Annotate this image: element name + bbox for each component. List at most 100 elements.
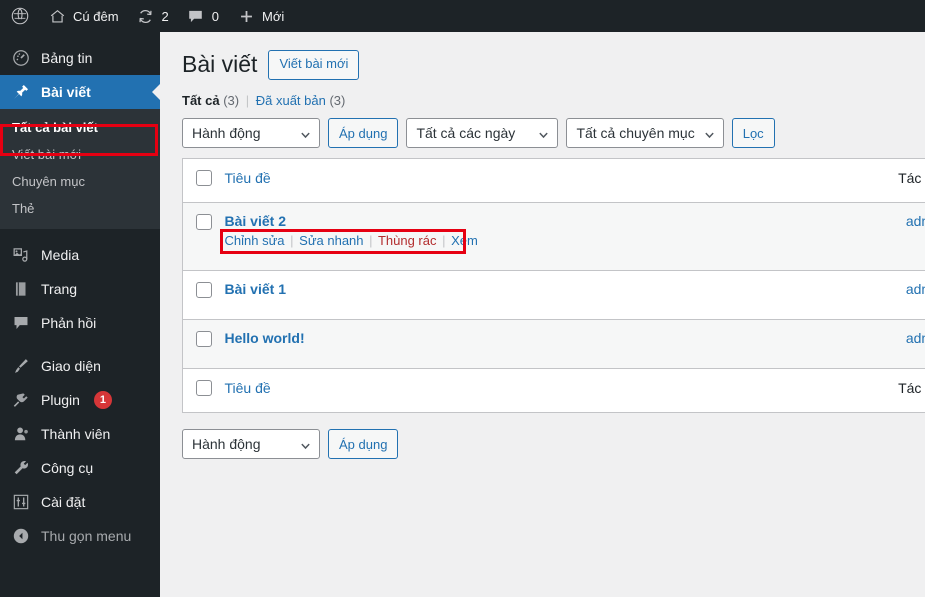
page-header: Bài viết Viết bài mới bbox=[182, 48, 925, 82]
filter-button[interactable]: Lọc bbox=[731, 118, 775, 148]
sidebar-subitem-label: Tất cả bài viết bbox=[12, 120, 98, 135]
column-footer-author-label: Tác giả bbox=[898, 380, 925, 396]
add-new-post-button[interactable]: Viết bài mới bbox=[268, 50, 360, 80]
sidebar-item-all-posts[interactable]: Tất cả bài viết bbox=[0, 114, 160, 141]
comment-icon bbox=[11, 313, 31, 333]
sidebar-item-label: Thu gọn menu bbox=[41, 528, 132, 544]
row-action-quick-edit[interactable]: Sửa nhanh bbox=[299, 233, 363, 248]
date-filter-select[interactable]: Tất cả các ngày bbox=[406, 118, 559, 148]
apply-bulk-action-button-bottom[interactable]: Áp dụng bbox=[328, 429, 399, 459]
pin-icon bbox=[11, 82, 31, 102]
table-row: Bài viết 1 admin bbox=[182, 270, 925, 320]
sidebar-item-label: Cài đặt bbox=[41, 494, 86, 510]
dashboard-icon bbox=[11, 48, 31, 68]
admin-sidebar-menu: Bảng tin Bài viết Tất cả bài viết Viết b… bbox=[0, 32, 160, 597]
table-row: Bài viết 2 Chỉnh sửa | Sửa nhanh | Thùng… bbox=[182, 202, 925, 271]
row-checkbox-cell[interactable] bbox=[182, 270, 225, 320]
apply-bulk-action-button-top[interactable]: Áp dụng bbox=[328, 118, 399, 148]
chevron-down-icon bbox=[538, 128, 549, 139]
new-content-button[interactable]: Mới bbox=[228, 0, 293, 32]
sidebar-item-tools[interactable]: Công cụ bbox=[0, 451, 160, 485]
sidebar-item-categories[interactable]: Chuyên mục bbox=[0, 168, 160, 195]
post-title-link[interactable]: Bài viết 2 bbox=[225, 213, 835, 229]
sidebar-item-appearance[interactable]: Giao diện bbox=[0, 349, 160, 383]
updates-button[interactable]: 2 bbox=[128, 0, 178, 32]
post-author-link[interactable]: admin bbox=[906, 213, 925, 229]
post-status-filter-links: Tất cả (3) | Đã xuất bản (3) bbox=[182, 93, 925, 108]
category-filter-select[interactable]: Tất cả chuyên mục bbox=[566, 118, 724, 148]
sidebar-item-label: Trang bbox=[41, 281, 78, 297]
sidebar-item-media[interactable]: Media bbox=[0, 238, 160, 272]
bulk-action-select-bottom[interactable]: Hành động bbox=[182, 429, 320, 459]
settings-sliders-icon bbox=[11, 492, 31, 512]
bulk-action-value: Hành động bbox=[192, 436, 261, 452]
sidebar-item-plugins[interactable]: Plugin 1 bbox=[0, 383, 160, 417]
column-header-title[interactable]: Tiêu đề bbox=[224, 158, 842, 203]
post-author-link[interactable]: admin bbox=[906, 330, 925, 346]
row-author-cell: admin bbox=[842, 319, 925, 369]
row-author-cell: admin bbox=[842, 270, 925, 320]
sidebar-item-users[interactable]: Thành viên bbox=[0, 417, 160, 451]
row-action-view[interactable]: Xem bbox=[451, 233, 478, 248]
comments-button[interactable]: 0 bbox=[178, 0, 228, 32]
filter-link-published[interactable]: Đã xuất bản bbox=[256, 93, 326, 108]
category-filter-value: Tất cả chuyên mục bbox=[576, 125, 695, 141]
sidebar-subitem-label: Chuyên mục bbox=[12, 174, 85, 189]
row-checkbox[interactable] bbox=[196, 214, 212, 230]
select-all-checkbox-header[interactable] bbox=[182, 158, 225, 203]
post-title-link[interactable]: Hello world! bbox=[225, 330, 835, 346]
sidebar-item-pages[interactable]: Trang bbox=[0, 272, 160, 306]
select-all-checkbox-bottom[interactable] bbox=[196, 380, 212, 396]
select-all-checkbox-footer[interactable] bbox=[182, 368, 225, 413]
sidebar-item-label: Media bbox=[41, 247, 80, 263]
plus-icon bbox=[237, 7, 255, 25]
sidebar-item-settings[interactable]: Cài đặt bbox=[0, 485, 160, 519]
date-filter-value: Tất cả các ngày bbox=[416, 125, 516, 141]
row-checkbox-cell[interactable] bbox=[182, 319, 225, 369]
row-action-trash[interactable]: Thùng rác bbox=[378, 233, 437, 248]
tools-wrench-icon bbox=[11, 458, 31, 478]
sidebar-subitem-label: Thẻ bbox=[12, 201, 35, 216]
row-action-separator: | bbox=[290, 233, 294, 248]
sidebar-item-label: Giao diện bbox=[41, 358, 101, 374]
site-name-button[interactable]: Cú đêm bbox=[39, 0, 128, 32]
sidebar-item-collapse-menu[interactable]: Thu gọn menu bbox=[0, 519, 160, 553]
sidebar-subitem-label: Viết bài mới bbox=[12, 147, 81, 162]
sidebar-item-label: Bảng tin bbox=[41, 50, 93, 66]
row-checkbox[interactable] bbox=[196, 282, 212, 298]
sidebar-item-label: Công cụ bbox=[41, 460, 94, 476]
table-nav-bottom: Hành động Áp dụng bbox=[182, 429, 925, 459]
sidebar-item-add-new-post[interactable]: Viết bài mới bbox=[0, 141, 160, 168]
plugin-update-badge: 1 bbox=[93, 391, 112, 409]
select-all-checkbox-top[interactable] bbox=[196, 170, 212, 186]
sidebar-item-comments[interactable]: Phản hồi bbox=[0, 306, 160, 340]
bulk-action-select-top[interactable]: Hành động bbox=[182, 118, 320, 148]
filter-separator: | bbox=[245, 93, 250, 108]
row-action-edit[interactable]: Chỉnh sửa bbox=[225, 233, 285, 248]
row-checkbox[interactable] bbox=[196, 331, 212, 347]
post-author-link[interactable]: admin bbox=[906, 281, 925, 297]
filter-link-all[interactable]: Tất cả bbox=[182, 93, 220, 108]
comments-count: 0 bbox=[211, 8, 219, 24]
collapse-arrow-icon bbox=[11, 526, 31, 546]
posts-table: Tiêu đề Tác giả Bài viết 2 Chỉnh sửa | S… bbox=[182, 158, 925, 413]
home-icon bbox=[48, 7, 66, 25]
sidebar-item-dashboard[interactable]: Bảng tin bbox=[0, 41, 160, 75]
column-header-author-label: Tác giả bbox=[898, 170, 925, 186]
wordpress-logo-icon bbox=[11, 7, 29, 25]
wordpress-logo-button[interactable] bbox=[0, 0, 39, 32]
column-footer-author: Tác giả bbox=[842, 368, 925, 413]
table-nav-top: Hành động Áp dụng Tất cả các ngày Tất cả… bbox=[182, 118, 925, 148]
filter-count-all: (3) bbox=[223, 93, 240, 108]
column-footer-title[interactable]: Tiêu đề bbox=[224, 368, 842, 413]
post-title-link[interactable]: Bài viết 1 bbox=[225, 281, 835, 297]
updates-count: 2 bbox=[161, 8, 169, 24]
main-content: Bài viết Viết bài mới Tất cả (3) | Đã xu… bbox=[160, 32, 925, 597]
site-name-label: Cú đêm bbox=[73, 8, 119, 24]
sidebar-item-tags[interactable]: Thẻ bbox=[0, 195, 160, 222]
chevron-down-icon bbox=[300, 439, 311, 450]
row-author-cell: admin bbox=[842, 202, 925, 271]
sidebar-item-posts[interactable]: Bài viết bbox=[0, 75, 160, 109]
row-checkbox-cell[interactable] bbox=[182, 202, 225, 271]
sidebar-item-label: Bài viết bbox=[41, 84, 91, 100]
